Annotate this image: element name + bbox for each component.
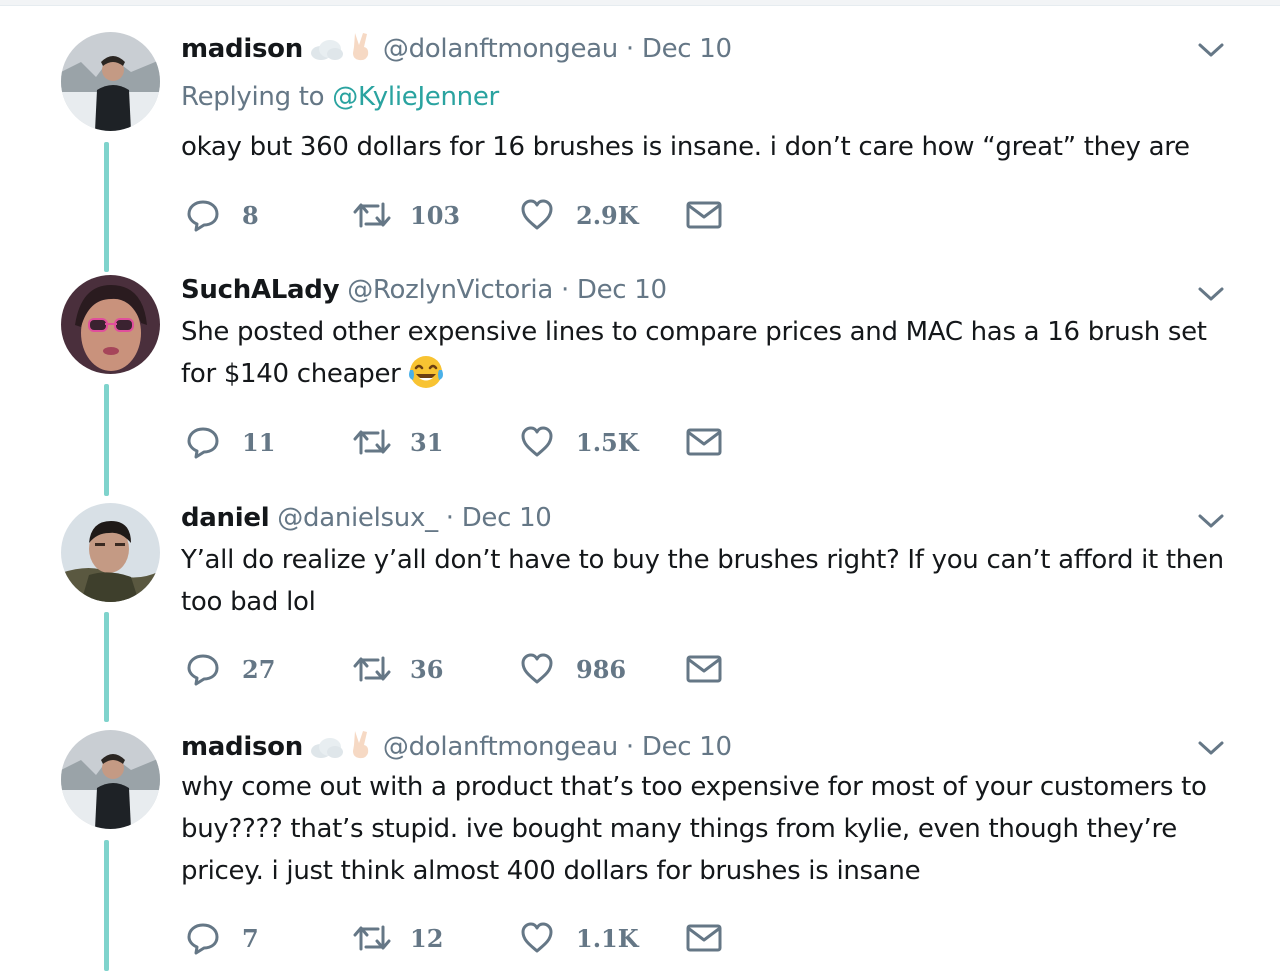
retweet-icon [353,925,391,951]
heart-icon [521,199,553,230]
like-button[interactable]: 1.5K [520,424,639,460]
face-with-tears-of-joy-emoji-icon [407,354,445,403]
user-handle[interactable]: @dolanftmongeau [383,732,618,762]
cloud-emoji-icon [309,37,343,69]
tweet-text: She posted other expensive lines to comp… [181,311,1241,403]
avatar[interactable] [61,275,160,374]
heart-icon [521,922,553,953]
user-handle[interactable]: @dolanftmongeau [383,34,618,64]
retweet-button[interactable]: 103 [352,197,460,233]
victory-hand-emoji-icon [349,31,375,69]
tweet-header: SuchALady @RozlynVictoria · Dec 10 [181,274,667,306]
avatar[interactable] [61,730,160,829]
tweet-text: okay but 360 dollars for 16 brushes is i… [181,132,1190,162]
avatar[interactable] [61,503,160,602]
reply-count: 11 [242,427,276,457]
envelope-icon [686,655,722,683]
tweet-text: Y’all do realize y’all don’t have to buy… [181,545,1224,617]
display-name[interactable]: madison [181,34,303,64]
chevron-down-icon[interactable] [1196,40,1226,60]
tweet-header: daniel @danielsux_ · Dec 10 [181,502,552,534]
heart-icon [521,653,553,684]
retweet-button[interactable]: 36 [352,651,443,687]
tweet-actions: 8 103 2.9K [186,197,746,233]
message-button[interactable] [686,424,722,460]
tweet-date[interactable]: Dec 10 [642,34,732,64]
reply-icon [187,923,219,955]
chevron-down-icon[interactable] [1196,738,1226,758]
cloud-emoji-icon [309,735,343,767]
tweet-actions: 7 12 1.1K [186,920,746,956]
tweet-date[interactable]: Dec 10 [462,503,552,533]
like-count: 1.5K [576,427,639,457]
separator-dot: · [445,503,454,533]
retweet-icon [353,429,391,455]
tweet-actions: 27 36 986 [186,651,746,687]
chevron-down-icon[interactable] [1196,284,1226,304]
tweet-text-body: She posted other expensive lines to comp… [181,317,1207,389]
display-name[interactable]: daniel [181,503,270,533]
replying-to-label: Replying to [181,82,333,112]
thread-line [104,612,109,722]
heart-icon [521,426,553,457]
separator-dot: · [625,732,634,762]
reply-count: 8 [242,200,259,230]
retweet-count: 103 [410,200,461,230]
chevron-down-icon[interactable] [1196,511,1226,531]
reply-count: 7 [242,923,259,953]
tweet-date[interactable]: Dec 10 [577,275,667,305]
separator-dot: · [560,275,569,305]
display-name[interactable]: SuchALady [181,275,340,305]
reply-button[interactable]: 27 [186,651,275,687]
like-button[interactable]: 2.9K [520,197,639,233]
user-handle[interactable]: @RozlynVictoria [347,275,553,305]
tweet-date[interactable]: Dec 10 [642,732,732,762]
retweet-icon [353,202,391,228]
thread-line [104,384,109,496]
user-handle[interactable]: @danielsux_ [277,503,438,533]
replying-to-handle[interactable]: @KylieJenner [332,82,499,112]
reply-icon [187,654,219,686]
reply-count: 27 [242,654,276,684]
retweet-icon [353,656,391,682]
retweet-count: 36 [410,654,444,684]
reply-button[interactable]: 7 [186,920,259,956]
message-button[interactable] [686,651,722,687]
tweet-header: madison @dolanftmongeau · Dec 10 [181,31,732,69]
tweet-header: madison @dolanftmongeau · Dec 10 [181,729,732,767]
thread-line [104,840,109,971]
like-count: 986 [576,654,627,684]
like-button[interactable]: 986 [520,651,626,687]
tweet-text: why come out with a product that’s too e… [181,772,1207,886]
like-count: 1.1K [576,923,639,953]
message-button[interactable] [686,920,722,956]
top-divider [0,0,1280,6]
envelope-icon [686,201,722,229]
reply-icon [187,427,219,459]
envelope-icon [686,924,722,952]
separator-dot: · [625,34,634,64]
display-name[interactable]: madison [181,732,303,762]
replying-to: Replying to @KylieJenner [181,81,499,113]
reply-button[interactable]: 8 [186,197,259,233]
reply-button[interactable]: 11 [186,424,275,460]
like-button[interactable]: 1.1K [520,920,639,956]
like-count: 2.9K [576,200,639,230]
retweet-button[interactable]: 31 [352,424,443,460]
thread-line [104,142,109,272]
envelope-icon [686,428,722,456]
message-button[interactable] [686,197,722,233]
retweet-button[interactable]: 12 [352,920,443,956]
avatar[interactable] [61,32,160,131]
victory-hand-emoji-icon [349,729,375,767]
retweet-count: 31 [410,427,444,457]
reply-icon [187,200,219,232]
retweet-count: 12 [410,923,444,953]
tweet-actions: 11 31 1.5K [186,424,746,460]
